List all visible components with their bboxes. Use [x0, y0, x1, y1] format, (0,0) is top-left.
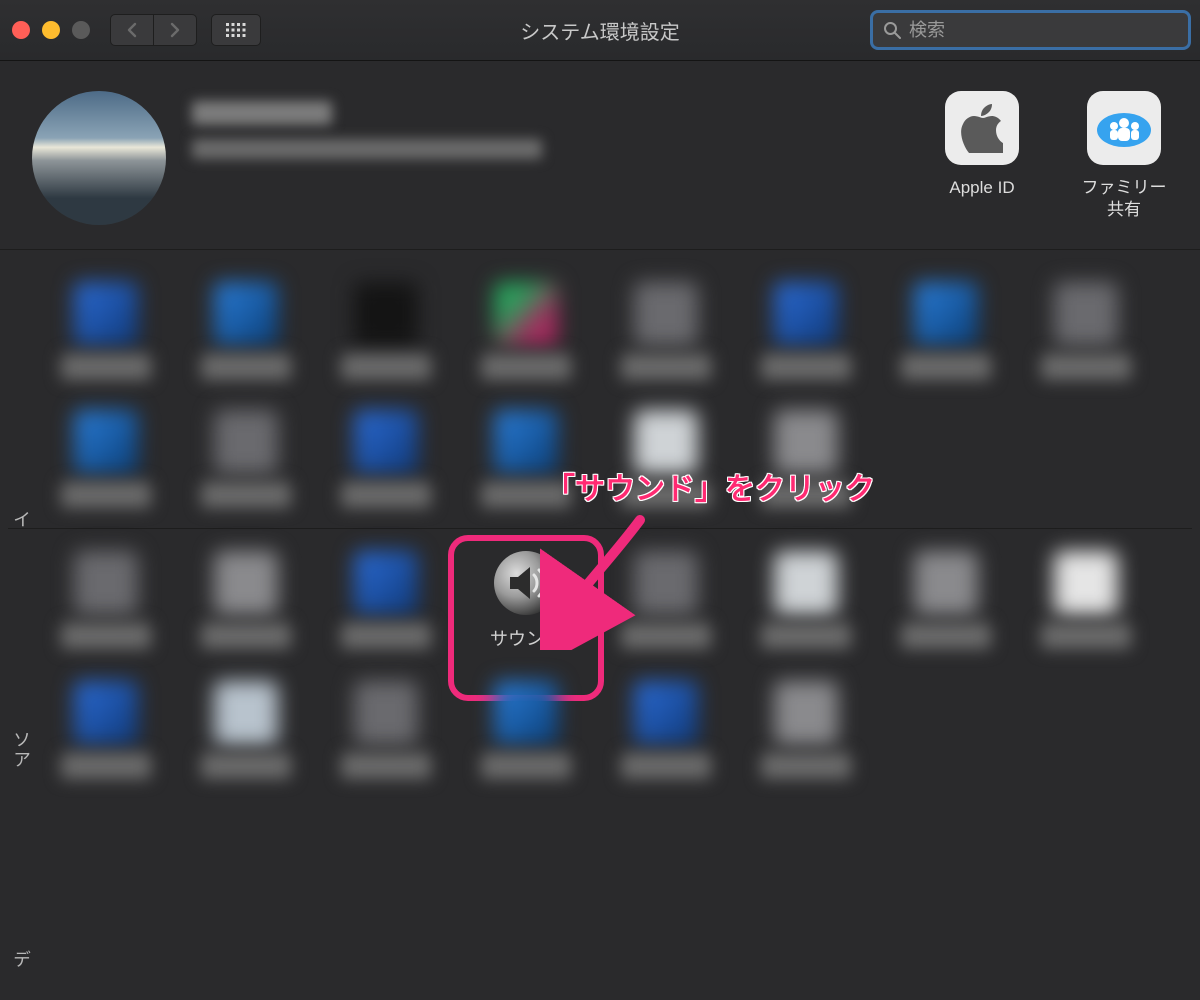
user-name-blurred [192, 101, 332, 125]
forward-button[interactable] [153, 15, 196, 45]
section-label-1: イ [8, 510, 34, 530]
show-all-button[interactable] [211, 14, 261, 46]
family-sharing-button[interactable]: ファミリー 共有 [1068, 91, 1180, 221]
apple-logo-icon [945, 91, 1019, 165]
pref-row-2 [8, 394, 1192, 522]
apple-id-label: Apple ID [949, 177, 1014, 199]
search-icon [883, 21, 901, 39]
pref-item-blurred[interactable] [176, 671, 316, 783]
speaker-icon [494, 551, 558, 615]
pref-item-blurred[interactable] [736, 272, 876, 384]
search-field[interactable] [873, 13, 1188, 47]
pref-item-blurred[interactable] [36, 400, 176, 512]
section-label-3: デ [8, 950, 34, 970]
pref-item-blurred[interactable] [176, 400, 316, 512]
pref-item-blurred[interactable] [316, 671, 456, 783]
pref-item-blurred[interactable] [1016, 541, 1156, 655]
pref-row-1 [8, 266, 1192, 394]
pref-item-blurred[interactable] [1016, 272, 1156, 384]
pref-item-blurred[interactable] [456, 400, 596, 512]
preferences-grid: イ ソア デ [0, 250, 1200, 793]
pref-item-blurred[interactable] [316, 272, 456, 384]
pref-item-blurred[interactable] [736, 541, 876, 655]
system-preferences-window: システム環境設定 Apple ID [0, 0, 1200, 1000]
chevron-left-icon [126, 22, 138, 38]
pref-item-blurred[interactable] [596, 541, 736, 655]
pref-item-blurred[interactable] [876, 272, 1016, 384]
search-input[interactable] [907, 19, 1178, 42]
window-controls [12, 21, 90, 39]
pref-item-blurred[interactable] [36, 272, 176, 384]
close-window-button[interactable] [12, 21, 30, 39]
pref-item-blurred[interactable] [876, 541, 1016, 655]
user-avatar[interactable] [32, 91, 166, 225]
pref-item-blurred[interactable] [316, 400, 456, 512]
section-label-2: ソア [8, 730, 34, 770]
family-sharing-label: ファミリー 共有 [1082, 177, 1167, 221]
window-title: システム環境設定 [520, 16, 679, 45]
pref-item-blurred[interactable] [456, 272, 596, 384]
pref-row-3: サウンド [8, 535, 1192, 665]
toolbar: システム環境設定 [0, 0, 1200, 61]
apple-id-button[interactable]: Apple ID [926, 91, 1038, 199]
pref-item-blurred[interactable] [596, 400, 736, 512]
pref-item-blurred[interactable] [736, 671, 876, 783]
chevron-right-icon [169, 22, 181, 38]
user-subtitle-blurred [192, 139, 542, 159]
pref-item-sound[interactable]: サウンド [456, 541, 596, 655]
pref-item-blurred[interactable] [36, 541, 176, 655]
pref-item-blurred[interactable] [456, 671, 596, 783]
pref-item-blurred[interactable] [36, 671, 176, 783]
grid-icon [226, 23, 246, 37]
zoom-window-button[interactable] [72, 21, 90, 39]
back-button[interactable] [111, 15, 153, 45]
pref-sound-label: サウンド [490, 625, 562, 651]
user-info [192, 101, 542, 159]
pref-item-blurred[interactable] [176, 272, 316, 384]
pref-item-blurred[interactable] [736, 400, 876, 512]
pref-item-blurred[interactable] [176, 541, 316, 655]
section-separator [8, 528, 1192, 529]
account-header: Apple ID ファミリー 共有 [0, 61, 1200, 250]
pref-item-blurred[interactable] [596, 272, 736, 384]
pref-item-blurred[interactable] [316, 541, 456, 655]
pref-row-4 [8, 665, 1192, 793]
pref-item-blurred[interactable] [596, 671, 736, 783]
nav-buttons [110, 14, 197, 46]
family-sharing-icon [1087, 91, 1161, 165]
minimize-window-button[interactable] [42, 21, 60, 39]
